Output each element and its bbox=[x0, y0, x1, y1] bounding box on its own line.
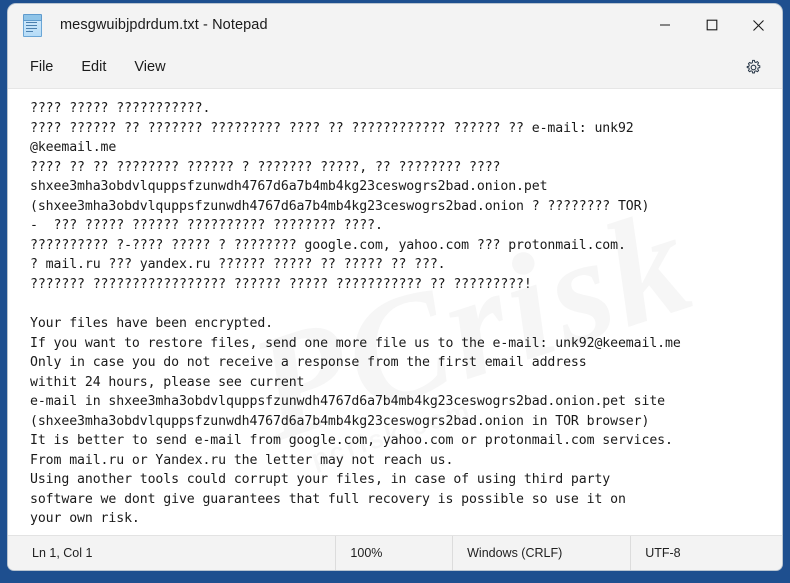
window-controls bbox=[641, 4, 782, 46]
text-editor-area[interactable]: PCrisk pcrisk.com ???? ????? ???????????… bbox=[8, 89, 782, 535]
close-icon bbox=[753, 19, 764, 31]
desktop-background: mesgwuibjpdrdum.txt - Notepad File Edit … bbox=[0, 0, 790, 583]
status-cursor-position: Ln 1, Col 1 bbox=[32, 546, 93, 560]
menu-item-edit[interactable]: Edit bbox=[67, 53, 120, 81]
title-bar[interactable]: mesgwuibjpdrdum.txt - Notepad bbox=[8, 4, 782, 46]
notepad-window: mesgwuibjpdrdum.txt - Notepad File Edit … bbox=[8, 4, 782, 570]
menu-item-file[interactable]: File bbox=[16, 53, 67, 81]
minimize-icon bbox=[659, 24, 670, 26]
status-encoding[interactable]: UTF-8 bbox=[630, 536, 782, 570]
title-bar-left: mesgwuibjpdrdum.txt - Notepad bbox=[8, 14, 641, 37]
maximize-button[interactable] bbox=[688, 4, 735, 46]
gear-icon bbox=[746, 59, 760, 73]
status-line-ending[interactable]: Windows (CRLF) bbox=[452, 536, 630, 570]
notepad-icon bbox=[22, 14, 42, 37]
status-bar: Ln 1, Col 1 100% Windows (CRLF) UTF-8 bbox=[8, 535, 782, 570]
ransom-note-text[interactable]: ???? ????? ???????????. ???? ?????? ?? ?… bbox=[8, 89, 782, 535]
settings-button[interactable] bbox=[738, 52, 768, 82]
maximize-icon bbox=[706, 19, 717, 31]
minimize-button[interactable] bbox=[641, 4, 688, 46]
window-title: mesgwuibjpdrdum.txt - Notepad bbox=[60, 17, 268, 33]
menu-item-view[interactable]: View bbox=[120, 53, 179, 81]
close-button[interactable] bbox=[735, 4, 782, 46]
menu-bar: File Edit View bbox=[8, 46, 782, 89]
status-zoom-level[interactable]: 100% bbox=[335, 536, 452, 570]
